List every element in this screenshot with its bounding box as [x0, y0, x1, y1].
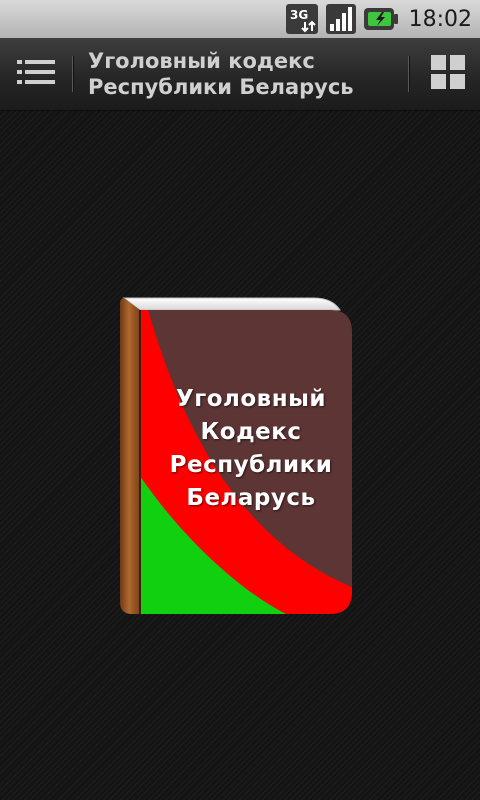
action-bar-divider-left	[72, 56, 74, 92]
3g-data-icon: 3G	[285, 2, 319, 36]
book-cover-art	[140, 310, 352, 614]
menu-button[interactable]	[0, 38, 72, 110]
action-bar: Уголовный кодекс Республики Беларусь	[0, 38, 480, 111]
status-bar: 3G 18:02	[0, 0, 480, 38]
app-title-line1: Уголовный кодекс	[88, 49, 315, 73]
app-title: Уголовный кодекс Республики Беларусь	[88, 48, 398, 100]
action-bar-divider-right	[408, 56, 410, 92]
grid-view-icon	[431, 55, 465, 93]
battery-charging-icon	[363, 6, 399, 32]
book-icon	[120, 297, 352, 614]
app-title-line2: Республики Беларусь	[88, 75, 354, 99]
main-content: Уголовный Кодекс Республики Беларусь	[0, 111, 480, 800]
status-time: 18:02	[408, 6, 472, 32]
book-cover-button[interactable]	[118, 296, 354, 616]
signal-strength-icon	[325, 3, 357, 35]
grid-view-button[interactable]	[416, 38, 480, 110]
svg-text:3G: 3G	[290, 8, 308, 22]
list-menu-icon	[17, 59, 55, 89]
